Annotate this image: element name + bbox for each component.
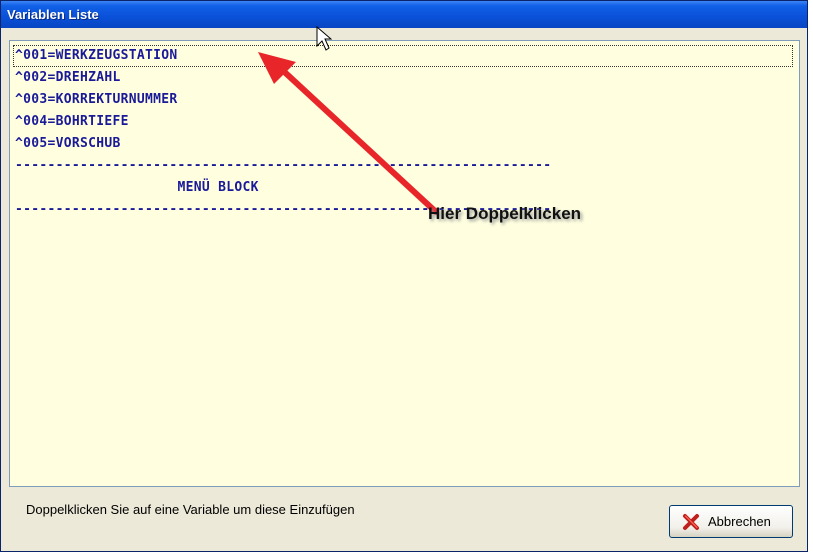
- cancel-button[interactable]: Abbrechen: [669, 505, 793, 538]
- annotation-label: Hier Doppelklicken: [428, 204, 582, 223]
- variable-listbox[interactable]: ^001=WERKZEUGSTATION ^002=DREHZAHL ^003=…: [9, 40, 800, 487]
- list-item[interactable]: ^003=KORREKTURNUMMER: [13, 89, 793, 111]
- title-bar[interactable]: Variablen Liste: [1, 1, 807, 28]
- mouse-cursor-icon: [316, 26, 332, 51]
- status-hint: Doppelklicken Sie auf eine Variable um d…: [26, 502, 355, 517]
- list-item-menu-block[interactable]: MENÜ BLOCK: [13, 177, 793, 199]
- list-separator[interactable]: ----------------------------------------…: [13, 199, 793, 221]
- window-title: Variablen Liste: [7, 7, 99, 22]
- variablen-dialog: Variablen Liste ^001=WERKZEUGSTATION ^00…: [0, 0, 808, 552]
- red-x-icon: [683, 513, 699, 530]
- list-item[interactable]: ^004=BOHRTIEFE: [13, 111, 793, 133]
- list-item[interactable]: ^005=VORSCHUB: [13, 133, 793, 155]
- list-item[interactable]: ^001=WERKZEUGSTATION: [13, 45, 793, 67]
- list-separator[interactable]: ----------------------------------------…: [13, 155, 793, 177]
- list-item[interactable]: ^002=DREHZAHL: [13, 67, 793, 89]
- cancel-button-label: Abbrechen: [708, 514, 771, 529]
- variable-list-items: ^001=WERKZEUGSTATION ^002=DREHZAHL ^003=…: [13, 45, 793, 221]
